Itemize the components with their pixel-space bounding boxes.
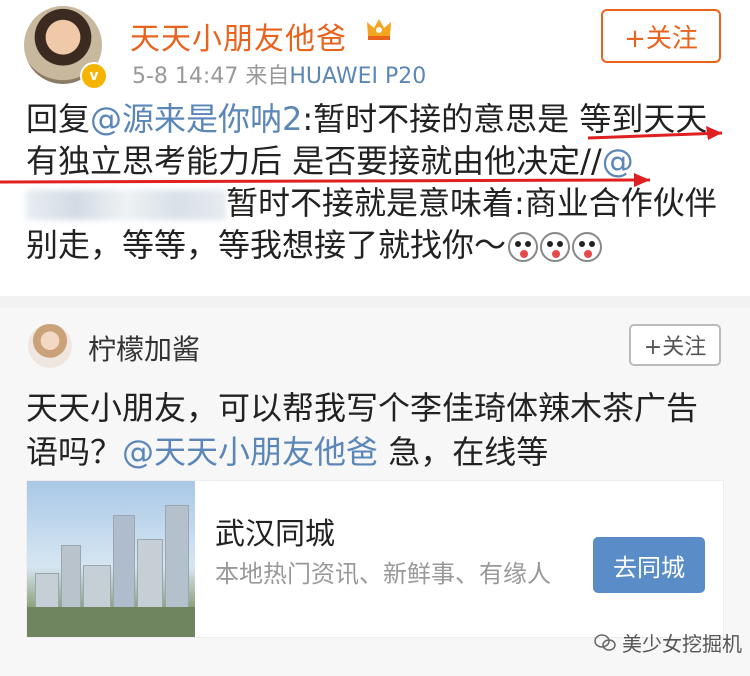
mention-link-2[interactable]: @ xyxy=(602,142,634,180)
mention-link[interactable]: @源来是你呐2 xyxy=(90,100,302,138)
comment-body: 天天小朋友，可以帮我写个李佳琦体辣木茶广告语吗？@天天小朋友他爸 急，在线等 xyxy=(26,386,726,474)
card-description: 本地热门资讯、新鲜事、有缘人 xyxy=(215,560,551,588)
follow-button[interactable]: +关注 xyxy=(601,9,721,63)
comment-mention-link[interactable]: @天天小朋友他爸 xyxy=(122,433,378,471)
card-title: 武汉同城 xyxy=(215,517,335,552)
blurred-username xyxy=(26,190,226,220)
weibo-post: v 天天小朋友他爸 5-8 14:47 来自HUAWEI P20 +关注 回复@… xyxy=(0,0,750,296)
comment-section: 柠檬加酱 +关注 天天小朋友，可以帮我写个李佳琦体辣木茶广告语吗？@天天小朋友他… xyxy=(0,308,750,676)
section-divider xyxy=(0,296,750,308)
husky-emoji-icon xyxy=(572,232,603,262)
husky-emoji-icon xyxy=(508,232,539,262)
source-prefix: 来自 xyxy=(238,64,290,89)
post-time: 5-8 14:47 xyxy=(132,64,239,89)
go-city-button[interactable]: 去同城 xyxy=(593,537,705,593)
post-source[interactable]: HUAWEI P20 xyxy=(289,64,426,89)
verified-badge-icon: v xyxy=(80,62,108,90)
follow-button-2[interactable]: +关注 xyxy=(629,324,721,366)
wechat-icon xyxy=(594,633,616,651)
commenter-name[interactable]: 柠檬加酱 xyxy=(88,328,200,368)
comment-text-b: 急，在线等 xyxy=(378,433,549,471)
reply-prefix: 回复 xyxy=(26,100,91,138)
watermark-text: 美少女挖掘机 xyxy=(622,632,742,656)
husky-emoji-icon xyxy=(540,232,571,262)
watermark: 美少女挖掘机 xyxy=(594,628,742,657)
crown-icon xyxy=(367,19,391,40)
city-card[interactable]: 武汉同城 本地热门资讯、新鲜事、有缘人 去同城 xyxy=(26,480,724,638)
author-name[interactable]: 天天小朋友他爸 xyxy=(130,14,347,58)
commenter-avatar[interactable] xyxy=(28,324,72,368)
post-meta: 5-8 14:47 来自HUAWEI P20 xyxy=(132,58,426,90)
post-body: 回复@源来是你呐2:暂时不接的意思是 等到天天有独立思考能力后 是否要接就由他决… xyxy=(26,98,726,266)
city-skyline-image xyxy=(27,481,195,637)
